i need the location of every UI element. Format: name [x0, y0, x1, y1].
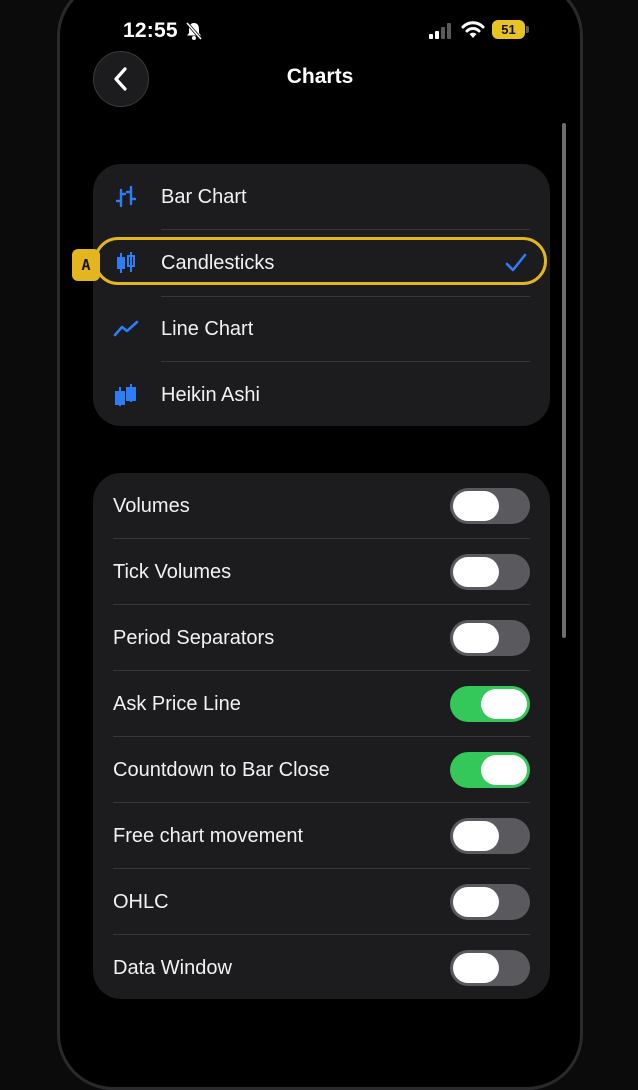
battery-cap	[526, 26, 529, 33]
toggle-knob	[453, 491, 499, 521]
page-title: Charts	[286, 65, 354, 88]
toggle-knob	[481, 689, 527, 719]
wifi-icon	[461, 21, 485, 38]
chart-type-bar-chart[interactable]: Bar Chart	[93, 164, 550, 230]
selection-highlight-frame	[94, 237, 547, 285]
toggle-switch[interactable]	[450, 686, 530, 722]
option-label: Free chart movement	[113, 824, 304, 847]
option-label: Tick Volumes	[113, 560, 232, 583]
chart-type-line-chart[interactable]: Line Chart	[93, 296, 550, 362]
option-ask-price-line: Ask Price Line	[93, 671, 550, 737]
chart-type-heikin-ashi[interactable]: Heikin Ashi	[93, 362, 550, 428]
heikin-ashi-icon	[115, 384, 136, 406]
chart-options-list: Volumes Tick Volumes Period Separators A…	[93, 473, 550, 999]
option-ohlc: OHLC	[93, 869, 550, 935]
chart-type-label: Heikin Ashi	[161, 383, 260, 406]
option-free-chart-movement: Free chart movement	[93, 803, 550, 869]
status-time: 12:55	[123, 19, 178, 42]
toggle-switch[interactable]	[450, 554, 530, 590]
option-label: Ask Price Line	[113, 692, 241, 715]
option-label: Data Window	[113, 956, 232, 979]
toggle-switch[interactable]	[450, 884, 530, 920]
chart-type-label: Bar Chart	[161, 185, 247, 208]
toggle-switch[interactable]	[450, 620, 530, 656]
toggle-switch[interactable]	[450, 950, 530, 986]
bell-slash-icon	[185, 22, 203, 40]
battery-icon: 51	[492, 20, 525, 39]
chart-type-list: Bar Chart Candlesticks Line Chart Heikin…	[93, 164, 550, 426]
option-label: OHLC	[113, 890, 169, 913]
toggle-switch[interactable]	[450, 488, 530, 524]
bar-chart-icon	[115, 185, 137, 208]
scrollbar[interactable]	[562, 123, 566, 638]
option-label: Period Separators	[113, 626, 275, 649]
option-volumes: Volumes	[93, 473, 550, 539]
option-tick-volumes: Tick Volumes	[93, 539, 550, 605]
line-chart-icon	[113, 320, 139, 337]
toggle-switch[interactable]	[450, 818, 530, 854]
option-period-separators: Period Separators	[93, 605, 550, 671]
toggle-switch[interactable]	[450, 752, 530, 788]
toggle-knob	[453, 953, 499, 983]
option-countdown-to-bar-close: Countdown to Bar Close	[93, 737, 550, 803]
option-data-window: Data Window	[93, 935, 550, 1001]
cellular-signal-icon	[429, 23, 451, 39]
toggle-knob	[453, 887, 499, 917]
divider	[161, 296, 530, 297]
phone-frame: 12:55 51 Charts Bar Chart Candlesticks L…	[57, 0, 583, 1090]
toggle-knob	[453, 623, 499, 653]
chart-type-label: Line Chart	[161, 317, 254, 340]
annotation-marker: A	[72, 249, 100, 281]
toggle-knob	[453, 821, 499, 851]
option-label: Volumes	[113, 494, 190, 517]
option-label: Countdown to Bar Close	[113, 758, 330, 781]
toggle-knob	[481, 755, 527, 785]
toggle-knob	[453, 557, 499, 587]
